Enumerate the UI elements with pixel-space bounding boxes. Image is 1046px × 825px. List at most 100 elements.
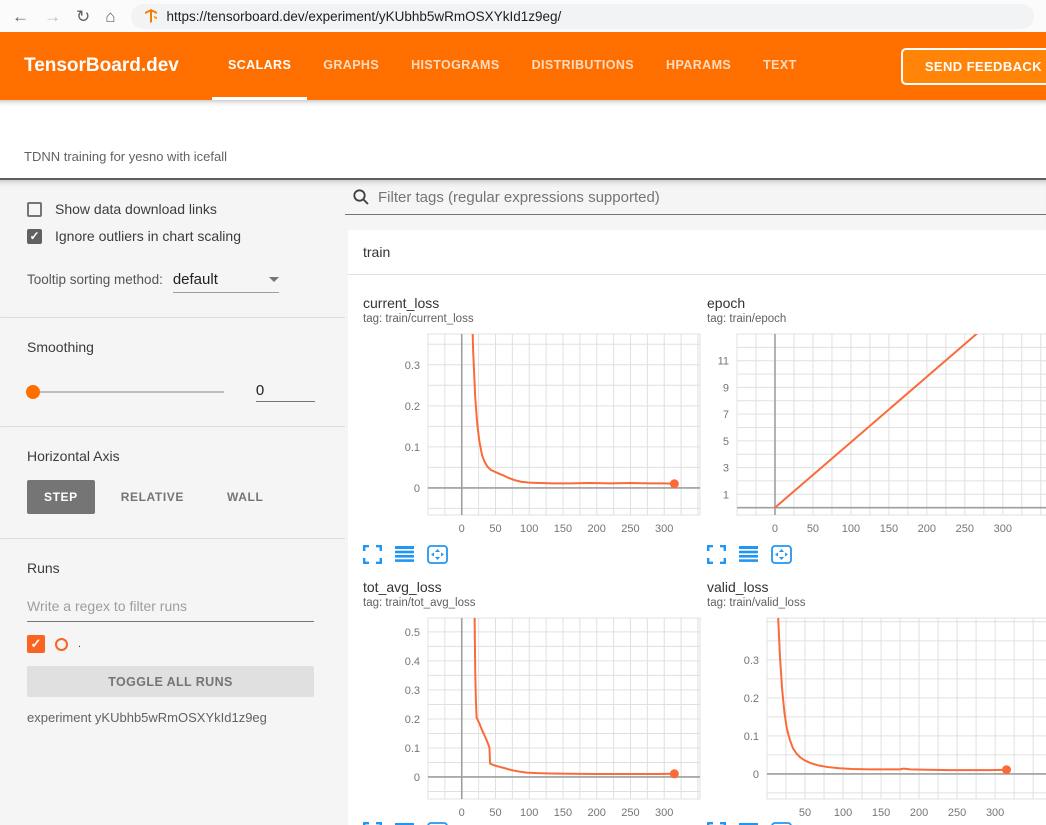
smoothing-value-field[interactable]: 0 — [256, 382, 315, 402]
axis-wall-button[interactable]: WALL — [210, 480, 280, 514]
tab-graphs[interactable]: GRAPHS — [307, 32, 395, 100]
chart-tag: tag: train/valid_loss — [707, 597, 1046, 609]
svg-text:3: 3 — [723, 463, 729, 475]
runs-filter-input[interactable] — [27, 591, 314, 622]
svg-text:100: 100 — [842, 523, 860, 535]
svg-text:0: 0 — [414, 772, 420, 784]
axis-step-button[interactable]: STEP — [27, 480, 95, 514]
data-table-icon — [739, 546, 758, 562]
svg-text:50: 50 — [489, 523, 501, 535]
train-group-header[interactable]: train — [348, 230, 1046, 275]
tooltip-sorting-value: default — [173, 271, 218, 288]
chart-actions — [707, 820, 1046, 825]
search-icon — [352, 188, 370, 206]
svg-text:0.3: 0.3 — [405, 360, 420, 372]
browser-toolbar: ← → ↻ ⌂ https://tensorboard.dev/experime… — [0, 0, 1046, 32]
chart-card-tot-avg-loss: tot_avg_loss tag: train/tot_avg_loss 050… — [363, 579, 707, 825]
svg-text:200: 200 — [910, 807, 928, 817]
fit-domain-button[interactable] — [427, 545, 448, 564]
svg-text:150: 150 — [554, 523, 572, 535]
svg-text:0: 0 — [459, 523, 465, 535]
svg-text:250: 250 — [621, 523, 639, 535]
fit-domain-button[interactable] — [771, 822, 792, 825]
forward-icon[interactable]: → — [44, 8, 61, 25]
expand-chart-button[interactable] — [707, 822, 726, 825]
reload-icon[interactable]: ↻ — [76, 8, 90, 25]
svg-text:100: 100 — [520, 807, 538, 817]
home-icon[interactable]: ⌂ — [105, 8, 115, 25]
axis-relative-button[interactable]: RELATIVE — [104, 480, 201, 514]
chart-title: valid_loss — [707, 579, 1046, 595]
svg-text:100: 100 — [834, 807, 852, 817]
train-group-card: train current_loss tag: train/current_lo… — [348, 230, 1046, 825]
chart-tag: tag: train/tot_avg_loss — [363, 597, 707, 609]
line-chart-current-loss[interactable]: 05010015020025030000.10.20.3 — [363, 328, 707, 540]
content-body: Show data download links Ignore outliers… — [0, 180, 1046, 825]
svg-text:0.2: 0.2 — [744, 693, 759, 705]
svg-text:1: 1 — [723, 489, 729, 501]
svg-text:100: 100 — [520, 523, 538, 535]
svg-text:200: 200 — [588, 807, 606, 817]
horizontal-axis-label: Horizontal Axis — [27, 448, 315, 464]
show-download-links-checkbox[interactable] — [27, 202, 42, 217]
line-chart-tot-avg-loss[interactable]: 05010015020025030000.10.20.30.40.5 — [363, 612, 707, 817]
svg-text:50: 50 — [489, 807, 501, 817]
svg-text:7: 7 — [723, 409, 729, 421]
svg-text:200: 200 — [918, 523, 936, 535]
view-data-table-button[interactable] — [739, 546, 758, 562]
tab-scalars[interactable]: SCALARS — [212, 32, 307, 100]
fit-domain-button[interactable] — [427, 822, 448, 825]
settings-sidebar: Show data download links Ignore outliers… — [0, 180, 345, 825]
smoothing-slider[interactable] — [27, 391, 224, 393]
train-group-label: train — [363, 244, 390, 260]
expand-chart-button[interactable] — [363, 822, 382, 825]
fit-to-domain-icon — [427, 822, 448, 825]
send-feedback-button[interactable]: SEND FEEDBACK — [901, 48, 1046, 85]
brand-title: TensorBoard.dev — [24, 55, 212, 77]
show-download-links-row: Show data download links — [27, 201, 315, 217]
svg-text:150: 150 — [872, 807, 890, 817]
tensorboard-favicon — [143, 8, 159, 24]
fullscreen-icon — [707, 545, 726, 564]
chevron-down-icon — [269, 277, 279, 282]
ignore-outliers-row: Ignore outliers in chart scaling — [27, 228, 315, 244]
expand-chart-button[interactable] — [363, 545, 382, 564]
tab-hparams[interactable]: HPARAMS — [650, 32, 747, 100]
svg-text:50: 50 — [807, 523, 819, 535]
view-data-table-button[interactable] — [395, 546, 414, 562]
svg-text:0.3: 0.3 — [405, 685, 420, 697]
ignore-outliers-checkbox[interactable] — [27, 229, 42, 244]
fit-to-domain-icon — [771, 545, 792, 564]
svg-text:0.1: 0.1 — [744, 731, 759, 743]
url-text: https://tensorboard.dev/experiment/yKUbh… — [167, 9, 562, 24]
chart-card-current-loss: current_loss tag: train/current_loss 050… — [363, 295, 707, 565]
line-chart-epoch[interactable]: 0501001502002503001357911 — [707, 328, 1046, 540]
smoothing-slider-handle[interactable] — [26, 385, 40, 399]
svg-text:0.2: 0.2 — [405, 714, 420, 726]
runs-section: Runs . TOGGLE ALL RUNS experiment yKUbhb… — [0, 538, 345, 749]
fit-to-domain-icon — [427, 545, 448, 564]
address-bar[interactable]: https://tensorboard.dev/experiment/yKUbh… — [131, 4, 1034, 29]
chart-actions — [363, 820, 707, 825]
tab-histograms[interactable]: HISTOGRAMS — [395, 32, 516, 100]
filter-tags-input[interactable] — [378, 189, 1046, 206]
line-chart-valid-loss[interactable]: 5010015020025030000.10.20.3 — [707, 612, 1046, 817]
fit-domain-button[interactable] — [771, 545, 792, 564]
svg-text:11: 11 — [718, 356, 729, 368]
back-icon[interactable]: ← — [12, 8, 29, 25]
tab-text[interactable]: TEXT — [747, 32, 813, 100]
chart-title: current_loss — [363, 295, 707, 311]
general-settings-section: Show data download links Ignore outliers… — [0, 180, 345, 317]
runs-label: Runs — [27, 560, 315, 576]
svg-text:0: 0 — [772, 523, 778, 535]
expand-chart-button[interactable] — [707, 545, 726, 564]
svg-text:50: 50 — [799, 807, 811, 817]
charts-grid: current_loss tag: train/current_loss 050… — [348, 275, 1046, 825]
tooltip-sorting-select[interactable]: default — [173, 271, 279, 293]
smoothing-slider-row: 0 — [27, 382, 315, 402]
run-checkbox[interactable] — [27, 635, 45, 653]
run-color-swatch-icon — [55, 638, 68, 651]
svg-text:0.1: 0.1 — [405, 442, 420, 454]
tab-distributions[interactable]: DISTRIBUTIONS — [516, 32, 650, 100]
toggle-all-runs-button[interactable]: TOGGLE ALL RUNS — [27, 666, 314, 697]
